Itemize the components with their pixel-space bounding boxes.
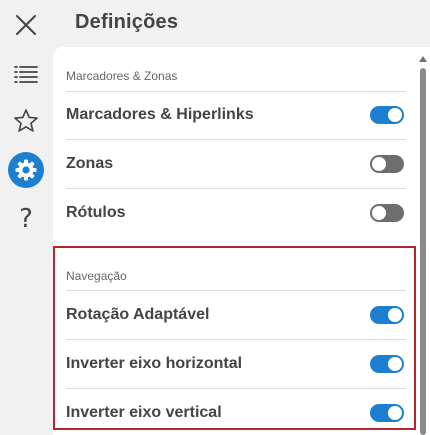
toggle-knob: [388, 108, 402, 122]
setting-label: Inverter eixo horizontal: [66, 355, 243, 372]
setting-row-bookmarks-hyperlinks[interactable]: Marcadores & Hiperlinks: [66, 91, 406, 139]
section-label-bookmarks-zones: Marcadores & Zonas: [66, 69, 178, 83]
toggle-knob: [388, 357, 402, 371]
help-icon: ?: [19, 204, 33, 234]
toggle-bookmarks-hyperlinks[interactable]: [370, 106, 404, 124]
settings-window: ? Definições Marcadores & Zonas Marcador…: [0, 0, 430, 435]
section-label-navigation: Navegação: [66, 269, 127, 283]
toggle-invert-horizontal[interactable]: [370, 355, 404, 373]
toggle-labels[interactable]: [370, 204, 404, 222]
star-icon: [14, 109, 38, 132]
setting-row-labels[interactable]: Rótulos: [66, 189, 406, 237]
toggle-knob: [372, 206, 386, 220]
setting-label: Zonas: [66, 155, 114, 172]
toggle-knob: [372, 157, 386, 171]
settings-active-indicator: [8, 152, 44, 188]
close-icon: [16, 15, 36, 35]
favorites-button[interactable]: [6, 101, 46, 141]
side-rail: ?: [0, 0, 52, 435]
settings-button[interactable]: [6, 150, 46, 190]
close-button[interactable]: [6, 5, 46, 45]
help-button[interactable]: ?: [6, 199, 46, 239]
gear-icon: [15, 159, 37, 181]
setting-label: Marcadores & Hiperlinks: [66, 106, 254, 123]
toggle-adaptive-rotation[interactable]: [370, 306, 404, 324]
setting-row-invert-horizontal[interactable]: Inverter eixo horizontal: [66, 340, 406, 388]
setting-label: Inverter eixo vertical: [66, 404, 222, 421]
scrollbar-thumb[interactable]: [420, 68, 426, 435]
toggle-knob: [388, 406, 402, 420]
list-icon: [14, 66, 38, 83]
setting-row-invert-vertical[interactable]: Inverter eixo vertical: [66, 389, 406, 435]
setting-label: Rotação Adaptável: [66, 306, 210, 323]
list-button[interactable]: [6, 54, 46, 94]
toggle-knob: [388, 308, 402, 322]
setting-row-adaptive-rotation[interactable]: Rotação Adaptável: [66, 291, 406, 339]
toggle-zones[interactable]: [370, 155, 404, 173]
page-title: Definições: [75, 11, 179, 33]
setting-label: Rótulos: [66, 204, 126, 221]
toggle-invert-vertical[interactable]: [370, 404, 404, 422]
scroll-up-arrow-icon[interactable]: [419, 56, 427, 62]
setting-row-zones[interactable]: Zonas: [66, 140, 406, 188]
